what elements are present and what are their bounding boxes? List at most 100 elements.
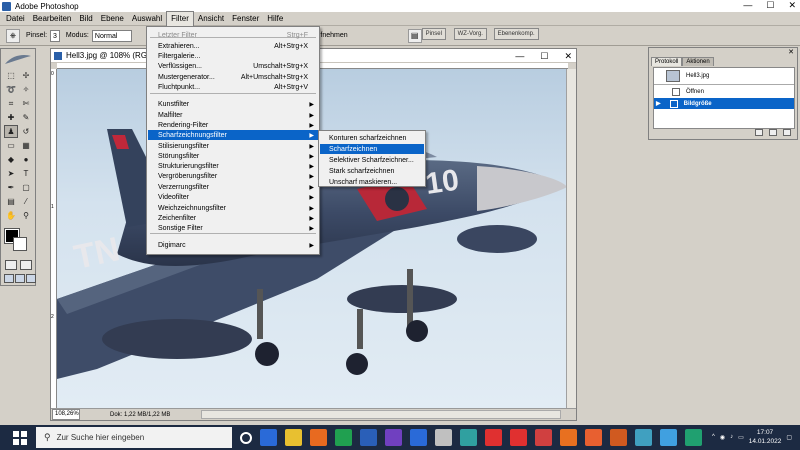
healing-tool-icon[interactable]: ✚: [4, 111, 18, 124]
document-info[interactable]: Dok: 1,22 MB/1,22 MB: [110, 412, 170, 418]
trash-icon[interactable]: [783, 129, 791, 136]
horizontal-scrollbar[interactable]: [201, 410, 561, 419]
pinsel-size-field[interactable]: 3: [50, 29, 60, 42]
crop-tool-icon[interactable]: ⌗: [4, 97, 18, 110]
file-explorer-icon[interactable]: [285, 429, 302, 446]
app4-icon[interactable]: [535, 429, 552, 446]
menu-item-stilisierungsfilter[interactable]: Stilisierungsfilter ▶: [148, 141, 318, 151]
history-step-bildgroesse[interactable]: ▶ Bildgröße: [654, 98, 794, 109]
stamp-tool-icon[interactable]: ⎈: [6, 28, 20, 43]
palette-toggle-icon[interactable]: ▤: [407, 28, 422, 43]
type-tool-icon[interactable]: T: [19, 167, 33, 180]
menu-item-fluchtpunkt[interactable]: Fluchtpunkt... Alt+Strg+V: [148, 82, 318, 92]
eraser-tool-icon[interactable]: ▭: [4, 139, 18, 152]
palette-close-icon[interactable]: ✕: [788, 48, 794, 56]
menu-item-scharfzeichnungsfilter[interactable]: Scharfzeichnungsfilter ▶: [148, 130, 318, 140]
menu-bild[interactable]: Bild: [75, 12, 96, 26]
menu-item-malfilter[interactable]: Malfilter ▶: [148, 110, 318, 120]
menu-item-videofilter[interactable]: Videofilter ▶: [148, 192, 318, 202]
well-wz-vorg[interactable]: WZ-Vorg.: [453, 27, 487, 40]
doc-close-icon[interactable]: ✕: [564, 49, 572, 63]
stamp-tool-icon[interactable]: ♟: [4, 125, 18, 138]
app-icon[interactable]: [385, 429, 402, 446]
menu-item-kunstfilter[interactable]: Kunstfilter ▶: [148, 99, 318, 109]
history-snapshot[interactable]: Hell3.jpg: [654, 69, 794, 83]
menu-item-sonstige-filter[interactable]: Sonstige Filter ▶: [148, 223, 318, 233]
zoom-tool-icon[interactable]: ⚲: [19, 209, 33, 222]
history-brush-tool-icon[interactable]: ↺: [19, 125, 33, 138]
app7-icon[interactable]: [610, 429, 627, 446]
firefox-icon[interactable]: [310, 429, 327, 446]
blur-tool-icon[interactable]: ◆: [4, 153, 18, 166]
menu-item-digimarc[interactable]: Digimarc ▶: [148, 240, 318, 250]
app3-icon[interactable]: [460, 429, 477, 446]
app2-icon[interactable]: [435, 429, 452, 446]
maximize-icon[interactable]: ☐: [766, 0, 774, 11]
app5-icon[interactable]: [560, 429, 577, 446]
shape-tool-icon[interactable]: ▢: [19, 181, 33, 194]
quickmask-mode-icon[interactable]: [20, 260, 32, 270]
marquee-tool-icon[interactable]: ⬚: [4, 69, 18, 82]
minimize-icon[interactable]: —: [743, 0, 752, 11]
menu-bearbeiten[interactable]: Bearbeiten: [29, 12, 76, 26]
menu-filter[interactable]: Filter: [166, 10, 194, 27]
modus-select[interactable]: Normal: [91, 29, 132, 42]
taskbar-search-box[interactable]: ⚲ Zur Suche hier eingeben: [36, 427, 232, 448]
photoshop2-icon[interactable]: [410, 429, 427, 446]
pdf-icon[interactable]: [485, 429, 502, 446]
app6-icon[interactable]: [585, 429, 602, 446]
notes-tool-icon[interactable]: ▤: [4, 195, 18, 208]
menu-item-rendering-filter[interactable]: Rendering-Filter ▶: [148, 120, 318, 130]
network-icon[interactable]: ◉: [720, 434, 725, 441]
standard-mode-icon[interactable]: [5, 260, 17, 270]
hand-tool-icon[interactable]: ✋: [4, 209, 18, 222]
excel-icon[interactable]: [335, 429, 352, 446]
menu-item-extrahieren[interactable]: Extrahieren... Alt+Strg+X: [148, 41, 318, 51]
eyedropper-tool-icon[interactable]: ⁄: [19, 195, 33, 208]
menu-item-filtergalerie[interactable]: Filtergalerie...: [148, 51, 318, 61]
tab-aktionen[interactable]: Aktionen: [682, 57, 714, 66]
lasso-tool-icon[interactable]: ➰: [4, 83, 18, 96]
menu-item-vergroeberungsfilter[interactable]: Vergröberungsfilter ▶: [148, 171, 318, 181]
word-icon[interactable]: [360, 429, 377, 446]
well-pinsel[interactable]: Pinsel: [421, 27, 446, 40]
submenu-item-konturen-scharfzeichnen[interactable]: Konturen scharfzeichnen: [320, 133, 424, 143]
close-icon[interactable]: ✕: [788, 0, 796, 11]
menu-item-verfluessigen[interactable]: Verflüssigen... Umschalt+Strg+X: [148, 61, 318, 71]
gradient-tool-icon[interactable]: ▦: [19, 139, 33, 152]
dodge-tool-icon[interactable]: ●: [19, 153, 33, 166]
photoshop-icon[interactable]: [260, 429, 277, 446]
menu-fenster[interactable]: Fenster: [228, 12, 263, 26]
pen-tool-icon[interactable]: ✒: [4, 181, 18, 194]
menu-item-zeichenfilter[interactable]: Zeichenfilter ▶: [148, 213, 318, 223]
menu-ebene[interactable]: Ebene: [97, 12, 128, 26]
taskbar-clock[interactable]: 17:07 14.01.2022: [749, 428, 782, 446]
pdf2-icon[interactable]: [510, 429, 527, 446]
screen-mode-2-icon[interactable]: [15, 274, 25, 283]
menu-ansicht[interactable]: Ansicht: [194, 12, 228, 26]
tray-chevron-icon[interactable]: ^: [712, 434, 715, 440]
vertical-scrollbar[interactable]: [566, 69, 576, 409]
menu-item-strukturierungsfilter[interactable]: Strukturierungsfilter ▶: [148, 161, 318, 171]
windows-start-icon[interactable]: [10, 428, 30, 448]
well-ebenenkomp[interactable]: Ebenenkomp.: [493, 27, 539, 40]
slice-tool-icon[interactable]: ✄: [19, 97, 33, 110]
menu-item-weichzeichnungsfilter[interactable]: Weichzeichnungsfilter ▶: [148, 203, 318, 213]
submenu-item-stark-scharfzeichnen[interactable]: Stark scharfzeichnen: [320, 166, 424, 176]
tab-protokoll[interactable]: Protokoll: [651, 57, 683, 66]
menu-datei[interactable]: Datei: [2, 12, 29, 26]
path-select-tool-icon[interactable]: ➤: [4, 167, 18, 180]
menu-hilfe[interactable]: Hilfe: [263, 12, 287, 26]
screen-mode-1-icon[interactable]: [4, 274, 14, 283]
menu-item-mustergenerator[interactable]: Mustergenerator... Alt+Umschalt+Strg+X: [148, 72, 318, 82]
history-step-oeffnen[interactable]: Öffnen: [654, 86, 794, 97]
volume-icon[interactable]: ♪: [730, 434, 733, 440]
doc-maximize-icon[interactable]: ☐: [540, 49, 548, 63]
submenu-item-unscharf-maskieren[interactable]: Unscharf maskieren...: [320, 177, 424, 187]
menu-item-stoerungsfilter[interactable]: Störungsfilter ▶: [148, 151, 318, 161]
menu-item-verzerrungsfilter[interactable]: Verzerrungsfilter ▶: [148, 182, 318, 192]
doc-minimize-icon[interactable]: —: [515, 49, 524, 63]
app9-icon[interactable]: [685, 429, 702, 446]
move-tool-icon[interactable]: ✢: [19, 69, 33, 82]
notifications-icon[interactable]: ▢: [786, 434, 792, 441]
